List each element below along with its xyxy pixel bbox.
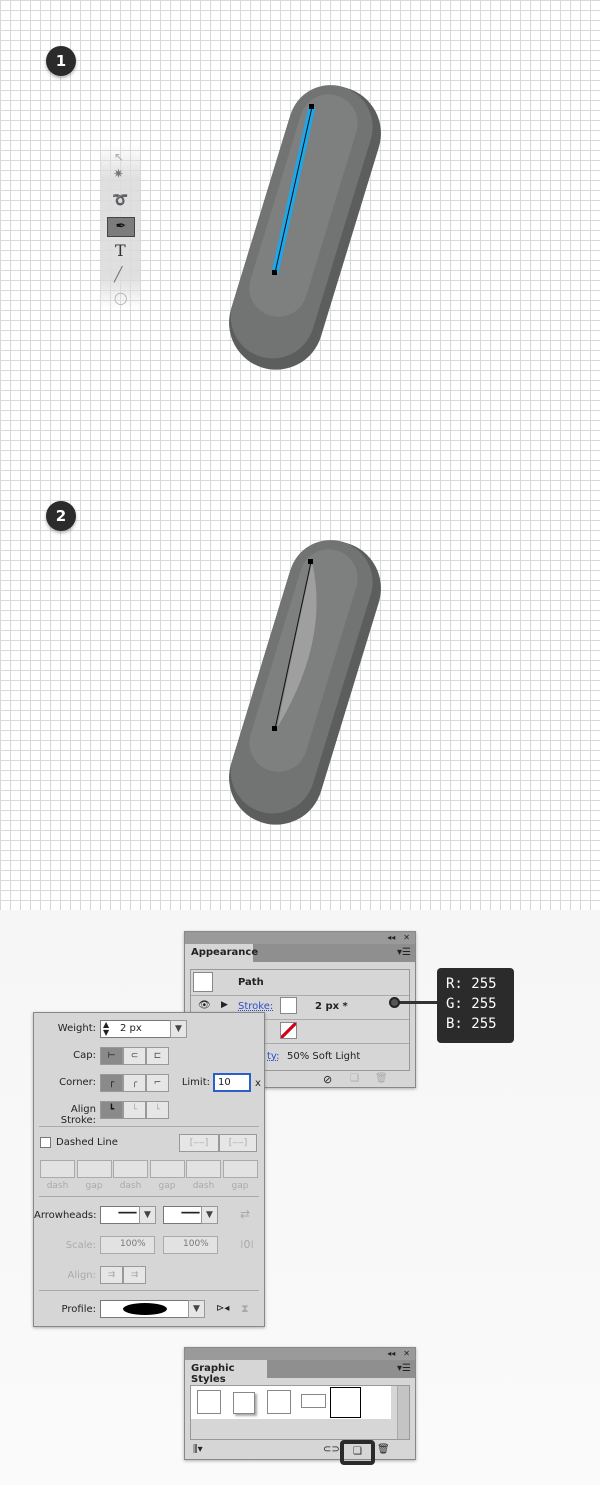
projecting-cap-button[interactable]: ⊏	[146, 1047, 169, 1065]
tab-graphic-styles[interactable]: Graphic Styles	[185, 1360, 267, 1385]
scrollbar[interactable]	[397, 1386, 409, 1439]
dashed-line-checkbox[interactable]	[40, 1137, 51, 1148]
artwork	[229, 85, 381, 825]
profile-dropdown[interactable]: ▼	[188, 1300, 205, 1318]
trash-icon[interactable]: 🗑	[375, 1073, 388, 1084]
miter-join-button[interactable]: ┌	[100, 1074, 123, 1092]
anchor-point	[309, 104, 314, 109]
dash-gap-label: dash	[192, 1181, 215, 1191]
stroke-link[interactable]: Stroke:	[238, 1001, 273, 1012]
dash-gap-input[interactable]	[186, 1160, 221, 1178]
close-icon[interactable]: ✕	[403, 1348, 410, 1360]
anchor-point	[308, 559, 313, 564]
panel-menu-icon[interactable]: ▾☰	[397, 1363, 411, 1374]
scale-label: Scale:	[65, 1240, 96, 1251]
flip-across-icon[interactable]: ⧗	[241, 1302, 249, 1316]
butt-cap-button[interactable]: ⊢	[100, 1047, 123, 1065]
limit-label: Limit:	[181, 1077, 210, 1088]
color-value-badge: R: 255 G: 255 B: 255	[437, 968, 514, 1043]
dash-gap-label: dash	[46, 1181, 69, 1191]
red-value: R: 255	[446, 976, 497, 992]
stroke-panel: Weight: ▲ ▼ 2 px ▼ Cap: ⊢ ⊂ ⊏ Corner: ┌ ╭…	[33, 1012, 265, 1327]
graphic-style-swatch[interactable]	[267, 1390, 291, 1414]
link-scale-icon[interactable]: ⁞0⁞	[240, 1238, 254, 1251]
graphic-style-swatch[interactable]	[301, 1394, 326, 1408]
expand-triangle-icon[interactable]: ▶	[221, 1000, 228, 1010]
graphic-styles-panel: ◂◂ ✕ Graphic Styles ▾☰ ⫼▾ ⊂⊃ ❏ 🗑	[184, 1347, 416, 1465]
graphic-style-swatch[interactable]	[197, 1390, 221, 1414]
dash-gap-input[interactable]	[40, 1160, 75, 1178]
align-inside-button[interactable]: └	[123, 1101, 146, 1119]
end-arrowhead-dropdown[interactable]: ▼	[201, 1206, 218, 1224]
round-cap-button[interactable]: ⊂	[123, 1047, 146, 1065]
align-outside-button[interactable]: └	[146, 1101, 169, 1119]
blue-value: B: 255	[446, 1016, 497, 1032]
close-icon[interactable]: ✕	[403, 932, 410, 944]
arrow-extend-button[interactable]: ⇉	[100, 1266, 123, 1284]
end-scale-input[interactable]: 100%	[163, 1236, 218, 1254]
dash-gap-input[interactable]	[222, 1160, 258, 1178]
weight-label: Weight:	[57, 1023, 96, 1034]
profile-shape	[123, 1303, 167, 1315]
swap-arrowheads-icon[interactable]: ⇄	[240, 1207, 250, 1221]
new-graphic-style-button[interactable]: ❏	[340, 1440, 375, 1465]
limit-input[interactable]: 10	[213, 1073, 251, 1092]
dash-align-button[interactable]: [‒‒]	[219, 1134, 257, 1152]
dash-gap-label: gap	[231, 1181, 249, 1191]
fill-none-swatch[interactable]	[280, 1022, 297, 1039]
anchor-point	[272, 726, 277, 731]
opacity-value: 50% Soft Light	[287, 1051, 361, 1062]
align-stroke-label: Align Stroke:	[60, 1104, 96, 1126]
eye-icon[interactable]: 👁	[198, 1000, 211, 1011]
arrowheads-label: Arrowheads:	[34, 1210, 97, 1221]
weight-dropdown[interactable]: ▼	[170, 1020, 187, 1038]
start-scale-input[interactable]: 100%	[100, 1236, 155, 1254]
libraries-menu-icon[interactable]: ⫼▾	[193, 1444, 203, 1455]
dashed-line-label: Dashed Line	[56, 1137, 118, 1148]
graphic-style-swatch[interactable]	[233, 1392, 255, 1414]
capsule-1	[229, 85, 381, 370]
limit-unit: x	[255, 1078, 261, 1089]
green-value: G: 255	[446, 996, 497, 1012]
dash-gap-label: dash	[119, 1181, 142, 1191]
round-join-button[interactable]: ╭	[123, 1074, 146, 1092]
capsule-2	[229, 540, 381, 825]
cap-label: Cap:	[73, 1050, 96, 1061]
start-arrowhead-dropdown[interactable]: ▼	[139, 1206, 156, 1224]
stroke-color-swatch[interactable]	[280, 997, 297, 1014]
dash-gap-label: gap	[85, 1181, 103, 1191]
clear-appearance-icon[interactable]: ⊘	[323, 1073, 332, 1086]
dash-gap-label: gap	[158, 1181, 176, 1191]
dash-gap-input[interactable]	[149, 1160, 185, 1178]
dash-exact-button[interactable]: [‒‒]	[179, 1134, 219, 1152]
bevel-join-button[interactable]: ⌐	[146, 1074, 169, 1092]
corner-label: Corner:	[59, 1077, 96, 1088]
stroke-weight-value: 2 px *	[315, 1001, 348, 1012]
collapse-icon[interactable]: ◂◂	[387, 932, 395, 944]
path-thumbnail	[193, 972, 213, 992]
callout-dot	[389, 997, 400, 1008]
duplicate-item-icon[interactable]: ❏	[350, 1073, 359, 1084]
break-link-icon[interactable]: ⊂⊃	[323, 1444, 340, 1455]
anchor-point	[272, 270, 277, 275]
panel-menu-icon[interactable]: ▾☰	[397, 947, 411, 958]
tab-appearance[interactable]: Appearance	[185, 944, 258, 962]
trash-icon[interactable]: 🗑	[377, 1444, 390, 1455]
profile-label: Profile:	[61, 1304, 96, 1315]
path-label: Path	[238, 977, 264, 988]
dash-gap-input[interactable]	[113, 1160, 148, 1178]
dash-gap-input[interactable]	[76, 1160, 112, 1178]
graphic-style-swatch-selected[interactable]	[330, 1387, 361, 1418]
collapse-icon[interactable]: ◂◂	[387, 1348, 395, 1360]
opacity-link[interactable]: ty:	[267, 1051, 279, 1062]
flip-along-icon[interactable]: ⊳◂	[216, 1303, 229, 1314]
weight-value: 2 px	[120, 1023, 142, 1034]
arrow-place-button[interactable]: ⇉	[123, 1266, 146, 1284]
align-center-button[interactable]: ┗	[100, 1101, 123, 1119]
weight-stepper[interactable]: ▲ ▼	[103, 1021, 109, 1037]
arrow-align-label: Align:	[67, 1270, 96, 1281]
